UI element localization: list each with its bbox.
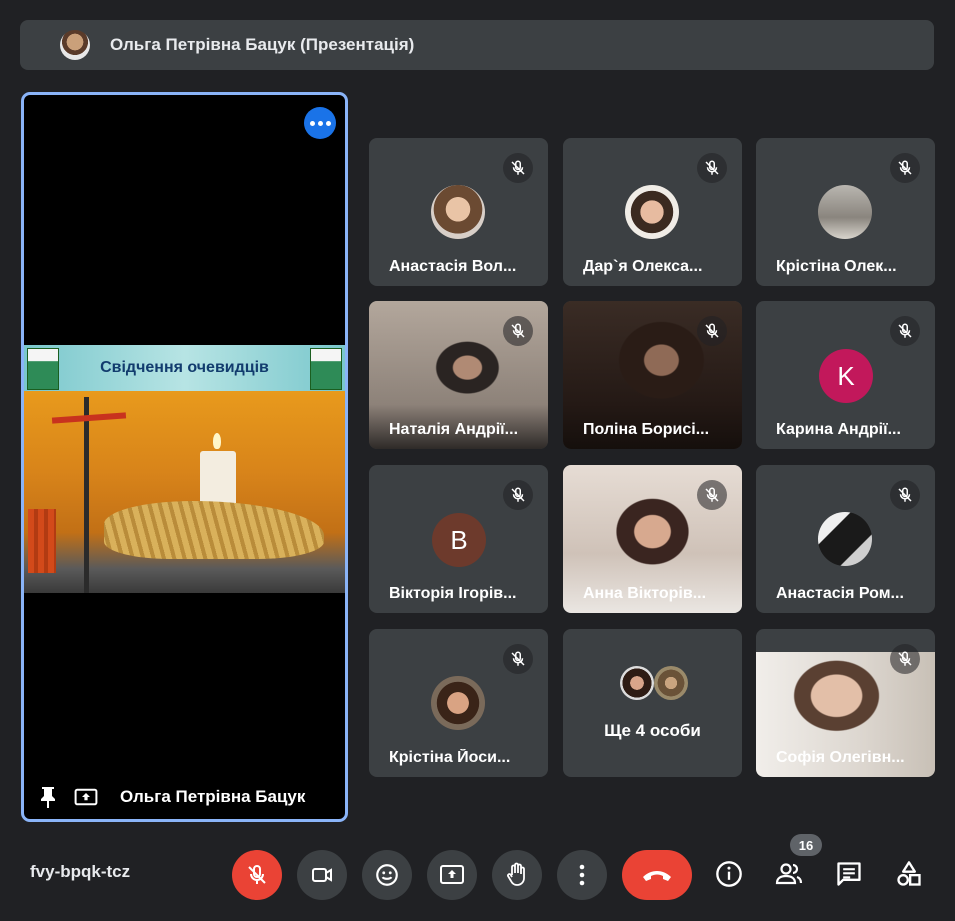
participants-button[interactable] [772, 856, 806, 892]
microphone-toggle-button[interactable] [232, 850, 282, 900]
participant-name: Софія Олегівн... [776, 749, 905, 766]
camera-toggle-button[interactable] [297, 850, 347, 900]
chat-button[interactable] [832, 856, 866, 892]
reactions-button[interactable] [362, 850, 412, 900]
participant-tile[interactable]: K Карина Андрії... [756, 301, 935, 449]
leave-call-button[interactable] [622, 850, 692, 900]
meeting-code: fvy-bpqk-tcz [30, 862, 131, 881]
meeting-details-button[interactable] [712, 856, 746, 892]
raise-hand-icon [507, 862, 525, 886]
participant-tile[interactable]: Анастасія Вол... [369, 138, 548, 286]
shared-screen: Свідчення очевидців [24, 345, 345, 593]
info-icon [716, 861, 742, 887]
mic-off-icon [503, 480, 533, 510]
people-icon [775, 863, 803, 885]
end-call-icon [643, 871, 671, 881]
participant-tile[interactable]: Анна Вікторів... [563, 465, 742, 613]
participant-tile[interactable]: Поліна Борисі... [563, 301, 742, 449]
more-options-button[interactable] [304, 107, 336, 139]
chat-icon [837, 862, 861, 886]
present-icon [74, 785, 98, 809]
participant-tile[interactable]: Крістіна Олек... [756, 138, 935, 286]
participant-name: Дар`я Олекса... [583, 258, 703, 275]
mic-off-icon [697, 153, 727, 183]
presenter-name: Ольга Петрівна Бацук [120, 787, 306, 806]
mic-off-icon [890, 644, 920, 674]
mic-off-icon [697, 480, 727, 510]
participant-tile[interactable]: Крістіна Йоси... [369, 629, 548, 777]
participant-avatar [654, 666, 688, 700]
slide-logo-right [310, 348, 342, 390]
presentation-banner: Ольга Петрівна Бацук (Презентація) [20, 20, 934, 70]
presentation-title: Ольга Петрівна Бацук (Презентація) [110, 35, 415, 54]
participant-tile[interactable]: Софія Олегівн... [756, 629, 935, 777]
slide-header: Свідчення очевидців [24, 345, 345, 391]
mic-off-icon [503, 316, 533, 346]
participant-avatar [625, 185, 679, 239]
pin-icon[interactable] [36, 785, 60, 809]
presenter-tile[interactable]: Свідчення очевидців Ольга Петрівна Бацук [21, 92, 348, 822]
slide-logo-left [27, 348, 59, 390]
emoji-icon [376, 864, 398, 886]
presenter-avatar [60, 30, 90, 60]
activities-button[interactable] [892, 856, 926, 892]
participant-name: Вікторія Ігорів... [389, 585, 517, 602]
slide-title: Свідчення очевидців [100, 359, 269, 376]
control-bar: fvy-bpqk-tcz 16 [0, 834, 955, 921]
participant-name: Анастасія Ром... [776, 585, 904, 602]
mic-off-icon [503, 644, 533, 674]
mic-off-icon [503, 153, 533, 183]
mic-off-icon [248, 864, 266, 884]
more-participants-tile[interactable]: Ще 4 особи [563, 629, 742, 777]
mic-off-icon [697, 316, 727, 346]
participant-tile[interactable]: B Вікторія Ігорів... [369, 465, 548, 613]
presenter-footer: Ольга Петрівна Бацук [24, 775, 345, 819]
present-icon [440, 865, 464, 884]
participant-avatar [818, 512, 872, 566]
participant-name: Крістіна Йоси... [389, 749, 511, 766]
participant-name: Карина Андрії... [776, 421, 901, 438]
participant-name: Наталія Андрії... [389, 421, 519, 438]
activities-icon [897, 861, 921, 886]
participant-tile[interactable]: Наталія Андрії... [369, 301, 548, 449]
participant-name: Поліна Борисі... [583, 421, 710, 438]
camera-icon [312, 868, 332, 882]
participant-initial-avatar: B [432, 513, 486, 567]
participant-tile[interactable]: Дар`я Олекса... [563, 138, 742, 286]
participant-avatar [818, 185, 872, 239]
participant-name: Анастасія Вол... [389, 258, 517, 275]
participant-tile[interactable]: Анастасія Ром... [756, 465, 935, 613]
participant-name: Крістіна Олек... [776, 258, 897, 275]
participant-name: Анна Вікторів... [583, 585, 707, 602]
more-vert-icon [579, 864, 585, 886]
slide-photo [24, 391, 345, 593]
participant-initial-avatar: K [819, 349, 873, 403]
participant-avatar [620, 666, 654, 700]
participant-avatar [431, 185, 485, 239]
mic-off-icon [890, 153, 920, 183]
more-participants-label: Ще 4 особи [604, 721, 701, 740]
raise-hand-button[interactable] [492, 850, 542, 900]
present-now-button[interactable] [427, 850, 477, 900]
more-options-button[interactable] [557, 850, 607, 900]
participant-avatar [431, 676, 485, 730]
participants-count-badge: 16 [790, 834, 822, 856]
mic-off-icon [890, 480, 920, 510]
mic-off-icon [890, 316, 920, 346]
